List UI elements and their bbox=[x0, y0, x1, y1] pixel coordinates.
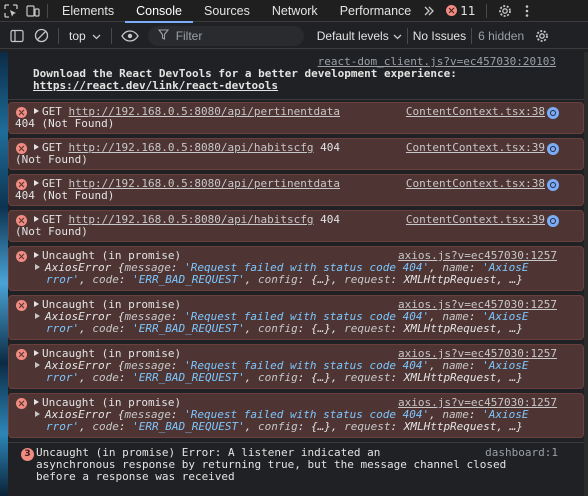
tab-performance[interactable]: Performance bbox=[329, 0, 423, 22]
console-info-message: react-dom_client.js?v=ec457030:20103 Dow… bbox=[8, 50, 584, 100]
hidden-messages-count: 6 hidden bbox=[478, 28, 525, 43]
toolbar-divider bbox=[58, 27, 59, 44]
tabbar-divider bbox=[47, 3, 48, 18]
source-link[interactable]: ContentContext.tsx:38 bbox=[406, 178, 545, 190]
request-url[interactable]: http://192.168.0.5:8080/api/habitscfg bbox=[69, 141, 314, 154]
console-toolbar: top Filter Default levels No Issues 6 hi… bbox=[0, 23, 588, 49]
network-error-row[interactable]: ContentContext.tsx:39 GET http://192.168… bbox=[8, 138, 584, 170]
uncaught-error-row[interactable]: axios.js?v=ec457030:1257 Uncaught (in pr… bbox=[8, 344, 584, 389]
console-settings-gear-icon[interactable] bbox=[530, 23, 554, 49]
status-code: 404 bbox=[320, 213, 341, 226]
source-link[interactable]: axios.js?v=ec457030:1257 bbox=[398, 397, 557, 409]
error-message-line: before a response was received bbox=[36, 470, 235, 483]
tab-sources[interactable]: Sources bbox=[193, 0, 261, 22]
error-x-icon bbox=[16, 179, 27, 190]
error-count-label: 11 bbox=[460, 3, 476, 18]
error-x-icon bbox=[16, 349, 27, 360]
error-x-icon bbox=[16, 398, 27, 409]
live-expression-eye-icon[interactable] bbox=[116, 23, 144, 49]
uncaught-error-row[interactable]: axios.js?v=ec457030:1257 Uncaught (in pr… bbox=[8, 246, 584, 291]
axios-error-object-cont: rror', code: 'ERR_BAD_REQUEST', config: … bbox=[46, 273, 523, 286]
toolbar-divider bbox=[110, 27, 112, 44]
devtools-link[interactable]: https://react.dev/link/react-devtools bbox=[33, 80, 578, 92]
axios-error-object-cont: rror', code: 'ERR_BAD_REQUEST', config: … bbox=[46, 322, 523, 335]
scrollbar-track[interactable] bbox=[584, 52, 588, 496]
source-link[interactable]: axios.js?v=ec457030:1257 bbox=[398, 299, 557, 311]
context-selector[interactable]: top bbox=[63, 23, 107, 49]
tab-network[interactable]: Network bbox=[261, 0, 329, 22]
devtools-tabbar: Elements Console Sources Network Perform… bbox=[0, 0, 588, 23]
tab-elements[interactable]: Elements bbox=[51, 0, 125, 22]
error-counter-button[interactable]: 11 bbox=[446, 3, 476, 18]
network-error-row[interactable]: ContentContext.tsx:38 GET http://192.168… bbox=[8, 102, 584, 134]
reveal-network-icon[interactable] bbox=[547, 107, 559, 119]
axios-error-object-cont: rror', code: 'ERR_BAD_REQUEST', config: … bbox=[46, 371, 523, 384]
status-code: 404 bbox=[320, 141, 341, 154]
desktop-edge-strip bbox=[0, 52, 8, 496]
source-link[interactable]: ContentContext.tsx:39 bbox=[406, 214, 545, 226]
source-link[interactable]: react-dom_client.js?v=ec457030:20103 bbox=[318, 56, 556, 68]
source-link[interactable]: dashboard:1 bbox=[485, 447, 558, 459]
chevron-down-icon bbox=[393, 29, 402, 43]
tab-console[interactable]: Console bbox=[125, 0, 193, 23]
device-toolbar-icon[interactable] bbox=[22, 0, 44, 22]
reveal-network-icon[interactable] bbox=[547, 179, 559, 191]
console-messages: react-dom_client.js?v=ec457030:20103 Dow… bbox=[8, 50, 584, 496]
expand-triangle-icon[interactable] bbox=[34, 144, 39, 150]
more-options-icon[interactable] bbox=[516, 0, 538, 22]
context-label: top bbox=[69, 28, 86, 43]
repeat-count-badge: 3 bbox=[21, 448, 34, 461]
filter-input[interactable]: Filter bbox=[147, 25, 304, 46]
error-x-icon bbox=[16, 300, 27, 311]
expand-triangle-icon[interactable] bbox=[34, 180, 39, 186]
reveal-network-icon[interactable] bbox=[547, 215, 559, 227]
expand-triangle-icon[interactable] bbox=[34, 252, 39, 258]
source-link[interactable]: axios.js?v=ec457030:1257 bbox=[398, 348, 557, 360]
network-error-row[interactable]: ContentContext.tsx:39 GET http://192.168… bbox=[8, 210, 584, 242]
tabbar-divider bbox=[485, 3, 487, 18]
expand-triangle-icon[interactable] bbox=[34, 301, 39, 307]
inspect-element-icon[interactable] bbox=[0, 0, 22, 22]
chevron-down-icon bbox=[92, 29, 101, 43]
expand-object-icon[interactable] bbox=[35, 362, 40, 368]
log-levels-dropdown[interactable]: Default levels bbox=[312, 23, 407, 49]
status-text: 404 (Not Found) bbox=[15, 117, 115, 130]
error-x-icon bbox=[16, 251, 27, 262]
axios-error-object-cont: rror', code: 'ERR_BAD_REQUEST', config: … bbox=[46, 420, 523, 433]
expand-triangle-icon[interactable] bbox=[34, 399, 39, 405]
uncaught-error-row[interactable]: axios.js?v=ec457030:1257 Uncaught (in pr… bbox=[8, 295, 584, 340]
reveal-network-icon[interactable] bbox=[547, 143, 559, 155]
expand-object-icon[interactable] bbox=[35, 411, 40, 417]
error-icon bbox=[446, 5, 458, 16]
issues-button[interactable]: No Issues bbox=[408, 23, 471, 49]
expand-object-icon[interactable] bbox=[35, 313, 40, 319]
network-error-row[interactable]: ContentContext.tsx:38 GET http://192.168… bbox=[8, 174, 584, 206]
source-link[interactable]: axios.js?v=ec457030:1257 bbox=[398, 250, 557, 262]
grouped-error-row[interactable]: 3 dashboard:1 Uncaught (in promise) Erro… bbox=[8, 442, 584, 494]
error-x-icon bbox=[16, 143, 27, 154]
sidebar-toggle-icon[interactable] bbox=[0, 23, 29, 49]
error-x-icon bbox=[16, 215, 27, 226]
expand-object-icon[interactable] bbox=[35, 264, 40, 270]
clear-console-icon[interactable] bbox=[29, 23, 54, 49]
filter-funnel-icon bbox=[157, 28, 169, 43]
status-text: 404 (Not Found) bbox=[15, 189, 115, 202]
uncaught-error-row[interactable]: axios.js?v=ec457030:1257 Uncaught (in pr… bbox=[8, 393, 584, 438]
expand-triangle-icon[interactable] bbox=[34, 216, 39, 222]
source-link[interactable]: ContentContext.tsx:38 bbox=[406, 106, 545, 118]
source-link[interactable]: ContentContext.tsx:39 bbox=[406, 142, 545, 154]
expand-triangle-icon[interactable] bbox=[34, 350, 39, 356]
settings-gear-icon[interactable] bbox=[494, 0, 516, 22]
expand-triangle-icon[interactable] bbox=[34, 108, 39, 114]
status-text: (Not Found) bbox=[15, 225, 88, 238]
error-x-icon bbox=[16, 107, 27, 118]
levels-label: Default levels bbox=[316, 28, 389, 43]
status-text: (Not Found) bbox=[15, 153, 88, 166]
request-url[interactable]: http://192.168.0.5:8080/api/habitscfg bbox=[69, 213, 314, 226]
filter-placeholder: Filter bbox=[175, 28, 203, 43]
